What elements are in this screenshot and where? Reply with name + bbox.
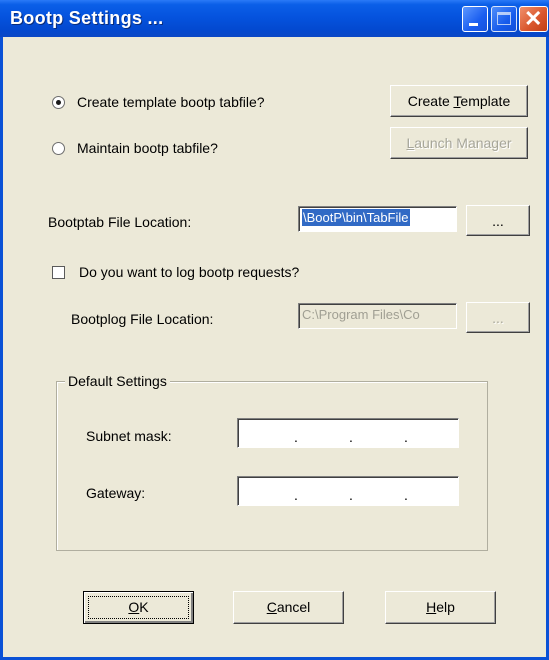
- subnet-mask-separator: .: [349, 429, 353, 445]
- gateway-separator: .: [349, 487, 353, 503]
- bootptab-location-label: Bootptab File Location:: [48, 214, 192, 230]
- subnet-mask-separator: .: [404, 429, 408, 445]
- minimize-button[interactable]: [462, 6, 488, 32]
- gateway-label: Gateway:: [86, 485, 146, 501]
- cancel-button[interactable]: Cancel: [233, 591, 344, 624]
- bootptab-location-value: \BootP\bin\TabFile: [302, 209, 410, 226]
- ok-button[interactable]: OK: [83, 591, 194, 624]
- browse-bootptab-button[interactable]: ...: [466, 205, 530, 236]
- create-template-radio-label[interactable]: Create template bootp tabfile?: [77, 94, 265, 110]
- gateway-separator: .: [404, 487, 408, 503]
- create-template-label-pre: Create: [407, 93, 454, 109]
- create-template-button[interactable]: Create Template: [390, 85, 528, 117]
- default-settings-group: [56, 381, 488, 551]
- title-bar[interactable]: Bootp Settings ... ✕: [0, 0, 549, 37]
- ok-label-post: K: [139, 599, 149, 615]
- subnet-mask-input[interactable]: . . .: [237, 418, 459, 448]
- launch-manager-button[interactable]: Launch Manager: [390, 127, 528, 159]
- bootptab-location-field[interactable]: \BootP\bin\TabFile: [298, 206, 457, 232]
- browse-bootptab-label: ...: [492, 213, 504, 229]
- window-title: Bootp Settings ...: [10, 8, 164, 28]
- minimize-icon: [469, 23, 478, 26]
- bootp-settings-dialog: Bootp Settings ... ✕ Create template boo…: [0, 0, 549, 660]
- close-button[interactable]: ✕: [519, 6, 548, 32]
- bootplog-location-label: Bootplog File Location:: [71, 311, 214, 327]
- cancel-label-post: ancel: [276, 599, 311, 615]
- browse-bootplog-button[interactable]: ...: [466, 302, 530, 333]
- gateway-separator: .: [294, 487, 298, 503]
- bootplog-location-field[interactable]: C:\Program Files\Co: [298, 303, 457, 329]
- maximize-icon: [497, 12, 511, 25]
- close-icon: ✕: [524, 6, 543, 31]
- create-template-radio[interactable]: [52, 96, 65, 109]
- create-template-label-post: emplate: [460, 93, 511, 109]
- default-settings-legend: Default Settings: [65, 373, 170, 389]
- cancel-accel: C: [266, 599, 277, 615]
- maximize-button[interactable]: [491, 6, 517, 32]
- browse-bootplog-label: ...: [492, 310, 504, 326]
- subnet-mask-separator: .: [294, 429, 298, 445]
- help-button[interactable]: Help: [385, 591, 496, 624]
- subnet-mask-label: Subnet mask:: [86, 428, 172, 444]
- launch-manager-label-post: aunch Manager: [414, 135, 512, 151]
- help-label-post: elp: [436, 599, 455, 615]
- log-requests-checkbox[interactable]: [52, 266, 65, 279]
- gateway-input[interactable]: . . .: [237, 476, 459, 506]
- maintain-tabfile-radio-label[interactable]: Maintain bootp tabfile?: [77, 140, 218, 156]
- log-requests-checkbox-label[interactable]: Do you want to log bootp requests?: [79, 264, 299, 280]
- help-accel: H: [426, 599, 437, 615]
- maintain-tabfile-radio[interactable]: [52, 142, 65, 155]
